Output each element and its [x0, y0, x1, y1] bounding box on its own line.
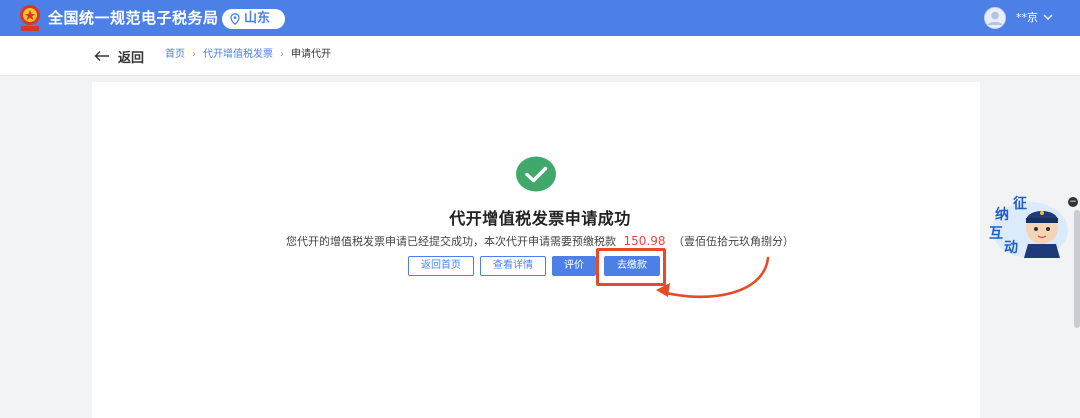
- mascot-label-hu: 互: [989, 226, 1003, 242]
- site-title: 全国统一规范电子税务局: [48, 9, 219, 27]
- scrollbar-thumb[interactable]: [1074, 210, 1080, 328]
- breadcrumb-home[interactable]: 首页: [165, 46, 185, 64]
- user-avatar-icon[interactable]: [982, 7, 1008, 29]
- mascot-label-dong: 动: [1004, 240, 1018, 256]
- result-description-text: 您代开的增值税发票申请已经提交成功，本次代开申请需要预缴税款: [286, 235, 616, 248]
- tax-amount: 150.98: [623, 234, 666, 248]
- arrow-left-icon: [94, 51, 109, 61]
- chevron-right-icon: ›: [192, 49, 196, 60]
- annotation-arrow-icon: [656, 256, 770, 299]
- view-details-button[interactable]: 查看详情: [480, 256, 546, 276]
- top-header: 全国统一规范电子税务局 山东 **京: [0, 0, 1080, 36]
- chevron-right-icon: ›: [280, 49, 284, 60]
- success-check-icon: [516, 156, 556, 192]
- tax-amount-words: （壹佰伍拾元玖角捌分）: [673, 235, 794, 248]
- result-title: 代开增值税发票申请成功: [449, 209, 631, 228]
- mascot-label-na: 纳: [995, 207, 1009, 223]
- nav-bar: 返回 首页 › 代开增值税发票 › 申请代开: [0, 36, 1080, 76]
- rate-button[interactable]: 评价: [552, 256, 596, 276]
- tax-emblem-icon: [20, 5, 40, 31]
- result-card: [92, 82, 980, 418]
- back-home-button[interactable]: 返回首页: [408, 256, 474, 276]
- result-description: 您代开的增值税发票申请已经提交成功，本次代开申请需要预缴税款 150.98 （壹…: [0, 233, 1080, 249]
- back-button[interactable]: 返回: [94, 45, 144, 67]
- region-selector[interactable]: 山东: [222, 9, 285, 29]
- minus-icon[interactable]: −: [1068, 197, 1078, 207]
- location-pin-icon: [230, 13, 240, 25]
- mascot-label-zheng: 征: [1013, 196, 1027, 212]
- chevron-down-icon[interactable]: [1043, 13, 1053, 21]
- back-label: 返回: [118, 50, 145, 66]
- breadcrumb-current: 申请代开: [291, 49, 331, 60]
- region-label: 山东: [244, 11, 271, 26]
- breadcrumb-invoice[interactable]: 代开增值税发票: [203, 46, 273, 64]
- breadcrumb: 首页 › 代开增值税发票 › 申请代开: [165, 46, 331, 64]
- username[interactable]: **京: [1016, 9, 1038, 27]
